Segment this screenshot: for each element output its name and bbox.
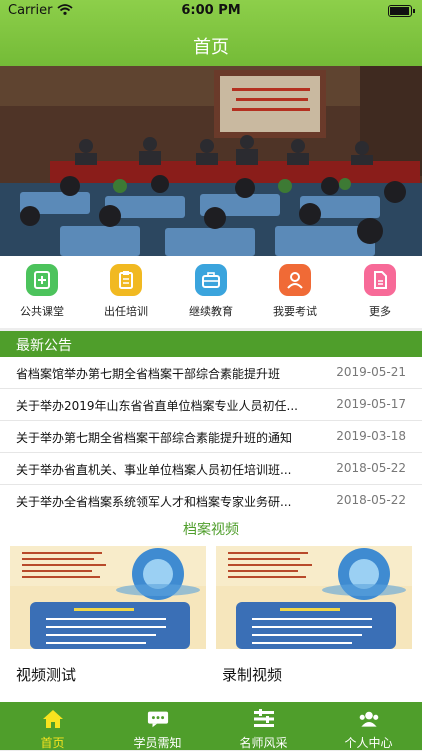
page-title: 首页 [193, 37, 229, 58]
tab-home[interactable]: 首页 [0, 702, 105, 750]
notice-title: 关于举办第七期全省档案干部综合素能提升班的通知 [16, 431, 293, 445]
header: Carrier 6:00 PM 首页 [0, 0, 422, 66]
clipboard-icon [110, 264, 142, 296]
menu-label: 公共课堂 [20, 305, 64, 318]
list-item[interactable]: 关于举办省直机关、事业单位档案人员初任培训班... 2018-05-22 [0, 453, 422, 485]
notice-title: 关于举办省直机关、事业单位档案人员初任培训班... [16, 463, 292, 477]
notice-title: 关于举办全省档案系统领军人才和档案专家业务研... [16, 495, 292, 509]
video-card[interactable]: 录制视频 [216, 546, 412, 696]
banner-carousel[interactable]: 1 2 3 4 [0, 66, 422, 256]
notices-heading: 最新公告 [16, 338, 72, 354]
briefcase-icon [195, 264, 227, 296]
notice-title: 关于举办2019年山东省省直单位档案专业人员初任... [16, 399, 298, 413]
list-icon [253, 709, 275, 729]
tab-label: 个人中心 [344, 736, 393, 750]
notice-date: 2018-05-22 [336, 493, 406, 507]
menu-label: 继续教育 [189, 305, 233, 318]
plus-book-icon [26, 264, 58, 296]
tab-bar: 首页 学员需知 名师风采 个人中心 [0, 702, 422, 750]
tab-label: 名师风采 [239, 736, 288, 750]
list-item[interactable]: 关于举办2019年山东省省直单位档案专业人员初任... 2019-05-17 [0, 389, 422, 421]
video-card[interactable]: 视频测试 [10, 546, 206, 696]
document-icon [364, 264, 396, 296]
banner-photo [0, 66, 422, 256]
tab-label: 学员需知 [133, 736, 182, 750]
video-label: 视频测试 [16, 666, 77, 684]
video-section: 档案视频 视频测试 录制视频 [0, 512, 422, 702]
list-item[interactable]: 关于举办第七期全省档案干部综合素能提升班的通知 2019-03-18 [0, 421, 422, 453]
quick-menu: 公共课堂 出任培训 继续教育 我要考试 更多 [0, 256, 422, 328]
status-bar: Carrier 6:00 PM [0, 0, 422, 22]
menu-label: 更多 [369, 305, 391, 318]
menu-label: 出任培训 [104, 305, 148, 318]
menu-item-more[interactable]: 更多 [338, 264, 422, 319]
video-heading: 档案视频 [183, 522, 239, 538]
notice-date: 2019-03-18 [336, 429, 406, 443]
menu-label: 我要考试 [273, 305, 317, 318]
tab-student-notice[interactable]: 学员需知 [105, 702, 210, 750]
menu-item-continuing-education[interactable]: 继续教育 [169, 264, 253, 319]
list-item[interactable]: 省档案馆举办第七期全省档案干部综合素能提升班 2019-05-21 [0, 357, 422, 389]
battery-icon [388, 5, 415, 17]
notices-header: 最新公告 [0, 331, 422, 357]
notice-date: 2018-05-22 [336, 461, 406, 475]
notice-date: 2019-05-17 [336, 397, 406, 411]
notice-title: 省档案馆举办第七期全省档案干部综合素能提升班 [16, 367, 281, 381]
chat-icon [147, 709, 169, 729]
tab-label: 首页 [40, 736, 65, 750]
user-exam-icon [279, 264, 311, 296]
menu-item-exam[interactable]: 我要考试 [253, 264, 337, 319]
tab-profile[interactable]: 个人中心 [316, 702, 421, 750]
notices-list: 省档案馆举办第七期全省档案干部综合素能提升班 2019-05-21 关于举办20… [0, 357, 422, 517]
people-icon [358, 709, 380, 729]
tab-teachers[interactable]: 名师风采 [211, 702, 316, 750]
menu-item-public-class[interactable]: 公共课堂 [0, 264, 84, 319]
video-thumbnail [10, 546, 206, 649]
menu-item-training[interactable]: 出任培训 [84, 264, 168, 319]
video-thumbnail [216, 546, 412, 649]
home-icon [42, 709, 64, 729]
video-label: 录制视频 [222, 666, 283, 684]
notice-date: 2019-05-21 [336, 365, 406, 379]
status-time: 6:00 PM [181, 3, 241, 18]
